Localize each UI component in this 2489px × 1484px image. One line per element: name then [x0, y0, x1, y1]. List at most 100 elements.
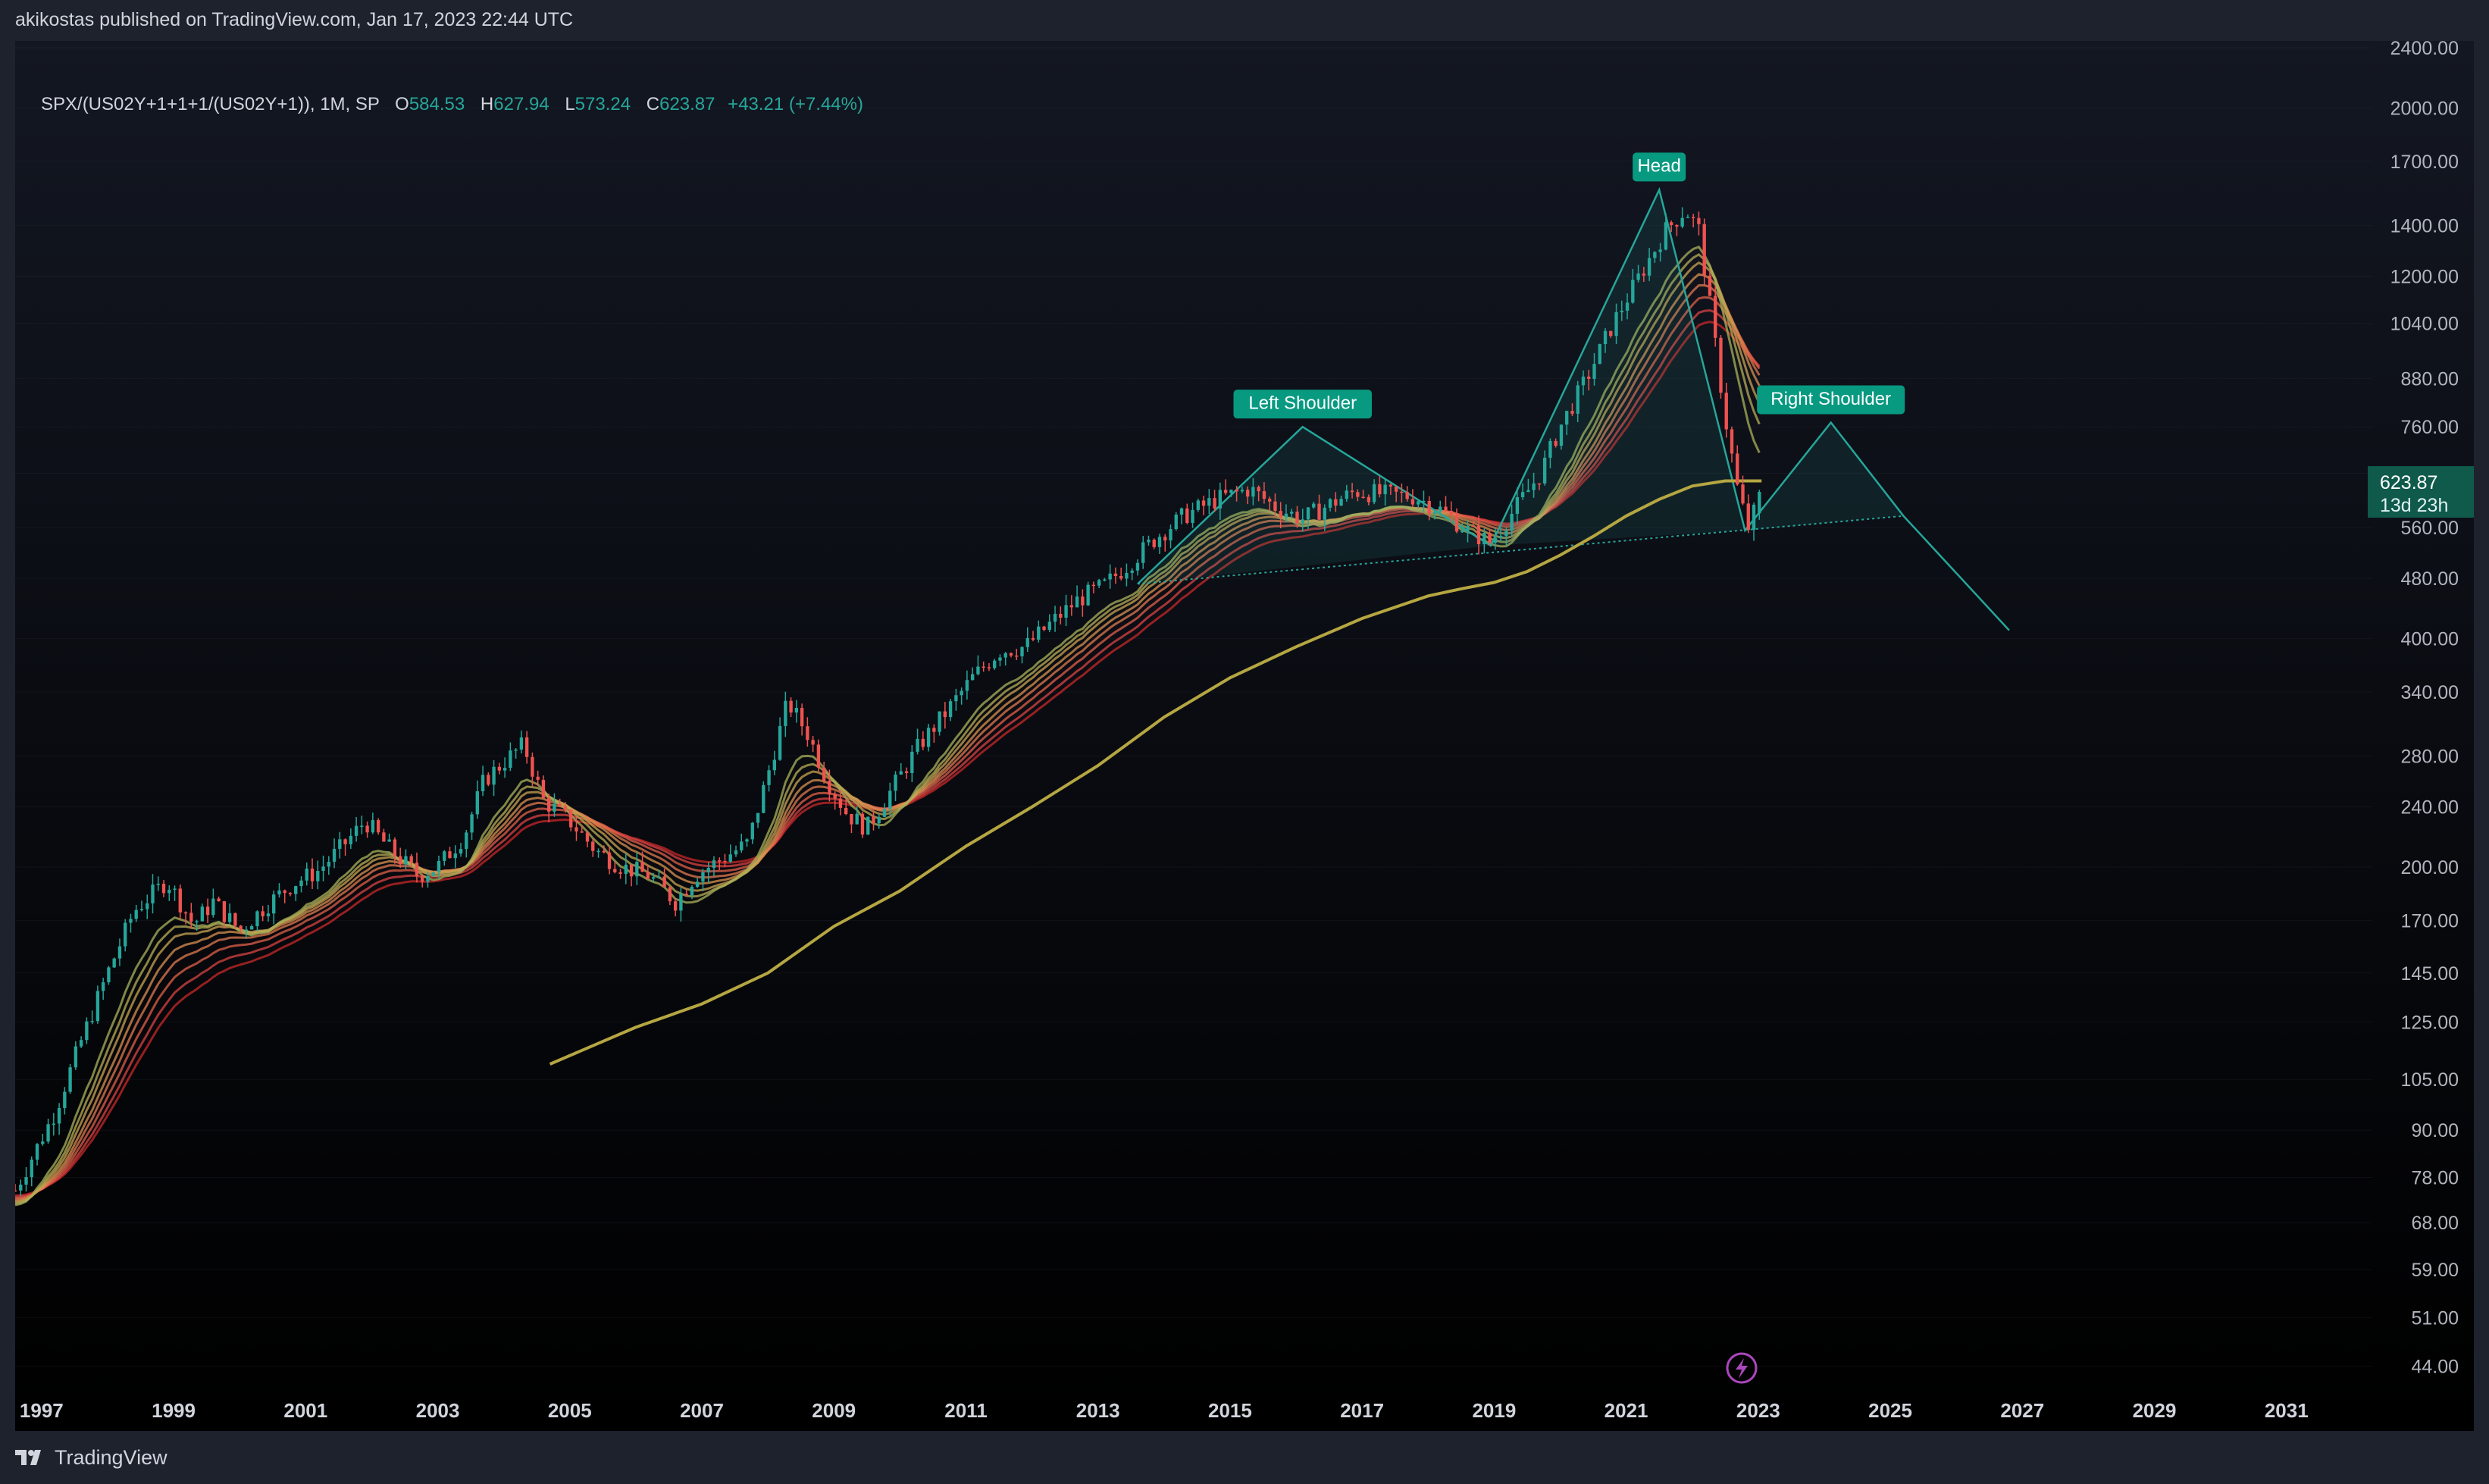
y-tick-label: 880.00	[2401, 368, 2459, 390]
candle-body	[200, 906, 205, 922]
x-tick-label: 1999	[152, 1399, 196, 1422]
candle-body	[536, 776, 540, 780]
candle-body	[1091, 584, 1096, 587]
candle-body	[850, 814, 853, 825]
candle-body	[1262, 491, 1266, 499]
chart-area[interactable]: Left Shoulder Head Right Shoulder 44.00 51.…	[15, 41, 2474, 1431]
candle-body	[591, 841, 595, 851]
candle-body	[712, 860, 716, 869]
candle-body	[1207, 498, 1211, 506]
candle-body	[910, 751, 914, 774]
candle-body	[365, 825, 369, 833]
candle-body	[1047, 621, 1051, 631]
candle-body	[1730, 429, 1734, 454]
y-tick-label: 1400.00	[2390, 215, 2459, 236]
candle-body	[387, 839, 391, 842]
x-tick-label: 2029	[2133, 1399, 2177, 1422]
candle-body	[1417, 501, 1420, 505]
candle-body	[723, 860, 727, 863]
candle-body	[398, 856, 402, 865]
candle-body	[288, 893, 293, 894]
footer-brand[interactable]: TradingView	[55, 1446, 167, 1470]
candle-body	[244, 929, 249, 931]
candle-body	[998, 657, 1002, 661]
candle-body	[233, 913, 237, 926]
legend-high-value: 627.94	[493, 94, 549, 114]
candle-body	[1383, 484, 1387, 495]
head-label: Head	[1633, 152, 1686, 182]
candle-body	[1130, 570, 1134, 573]
x-tick-label: 2011	[944, 1399, 987, 1422]
candle-body	[1498, 536, 1503, 538]
candle-body	[1542, 457, 1547, 484]
candle-body	[255, 911, 259, 927]
candle-body	[124, 922, 127, 947]
candle-body	[305, 869, 308, 881]
candle-body	[553, 803, 556, 812]
price-chart[interactable]: Left Shoulder Head Right Shoulder 44.00 51.…	[15, 41, 2474, 1431]
price-axis[interactable]: 44.00 51.00 59.00 68.00 78.00 90.00 105.00 125.…	[2390, 41, 2459, 1378]
candle-body	[1504, 531, 1508, 537]
candle-body	[481, 775, 485, 792]
candle-body	[1669, 222, 1673, 225]
y-tick-label: 90.00	[2411, 1120, 2459, 1141]
candle-body	[794, 708, 799, 713]
candle-body	[41, 1141, 45, 1144]
tradingview-logo-icon[interactable]	[15, 1448, 45, 1467]
y-tick-label: 68.00	[2411, 1213, 2459, 1234]
lightning-icon[interactable]	[1726, 1352, 1758, 1384]
candle-body	[183, 912, 188, 914]
candle-body	[1037, 626, 1041, 640]
candle-body	[1042, 626, 1046, 631]
candle-body	[772, 759, 776, 771]
candle-body	[1218, 490, 1223, 509]
candle-body	[1526, 490, 1530, 493]
candle-body	[421, 875, 424, 882]
candle-body	[134, 909, 138, 919]
legend-close-value: 623.87	[659, 94, 715, 114]
candle-body	[585, 832, 590, 842]
candle-body	[1163, 537, 1167, 541]
candle-body	[382, 832, 386, 842]
x-tick-label: 2015	[1208, 1399, 1252, 1422]
candle-body	[112, 958, 116, 968]
y-tick-label: 400.00	[2401, 628, 2459, 650]
candle-body	[167, 889, 171, 894]
candle-body	[1350, 490, 1354, 493]
candle-body	[1031, 637, 1035, 640]
candle-body	[1476, 525, 1481, 545]
candle-body	[338, 839, 342, 849]
candle-body	[283, 890, 286, 894]
candle-body	[1548, 440, 1552, 458]
candle-body	[872, 816, 875, 824]
footer: TradingView	[15, 1439, 167, 1476]
candle-body	[360, 825, 364, 827]
x-tick-label: 2013	[1076, 1399, 1120, 1422]
time-axis[interactable]: 1997 1999 2001 2003 2005 2007 2009 2011 2013 2015…	[20, 1399, 2309, 1422]
candle-body	[1356, 492, 1360, 497]
x-tick-label: 2019	[1472, 1399, 1516, 1422]
candle-body	[1015, 655, 1019, 657]
y-tick-label: 2400.00	[2390, 41, 2459, 59]
candle-body	[1620, 310, 1623, 312]
candle-body	[750, 822, 754, 840]
candle-body	[294, 886, 298, 894]
candle-body	[68, 1067, 72, 1092]
candle-body	[1339, 499, 1343, 506]
candle-body	[696, 881, 700, 888]
candle-body	[1746, 503, 1750, 531]
candle-body	[30, 1160, 33, 1178]
candle-body	[762, 784, 765, 813]
candle-body	[1367, 496, 1371, 502]
candle-body	[1642, 273, 1646, 276]
candle-body	[1141, 542, 1145, 563]
candle-body	[1081, 596, 1085, 606]
legend-open-value: 584.53	[409, 94, 465, 114]
candle-body	[1410, 499, 1415, 505]
candle-body	[1279, 511, 1282, 518]
candle-body	[1020, 647, 1024, 656]
x-tick-label: 2005	[548, 1399, 592, 1422]
candle-body	[321, 866, 325, 872]
candle-body	[1439, 506, 1442, 512]
y-tick-label: 1040.00	[2390, 314, 2459, 335]
